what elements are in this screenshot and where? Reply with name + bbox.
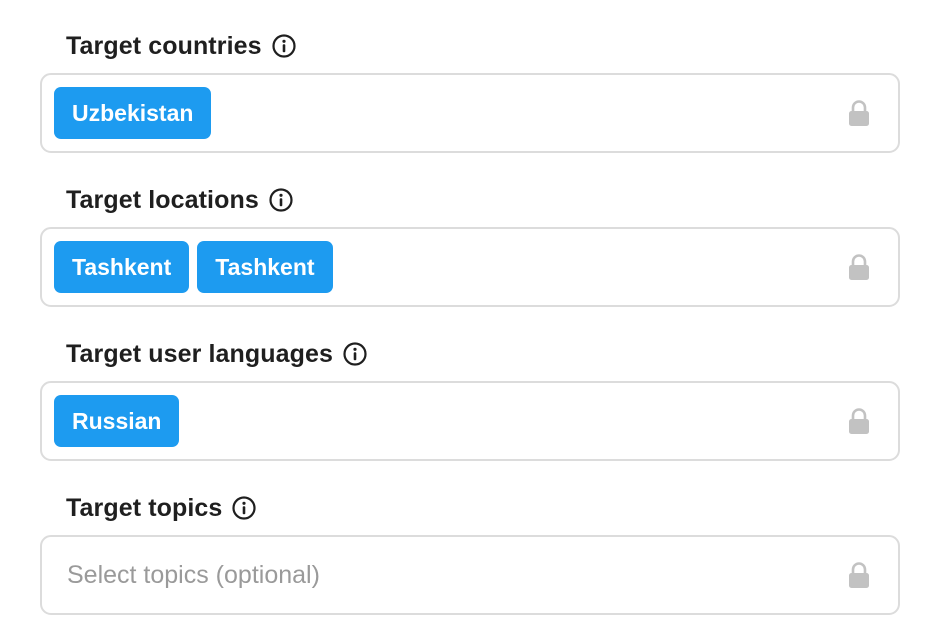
target-countries-label: Target countries [66,31,262,60]
target-countries-field[interactable]: Uzbekistan [40,73,900,153]
target-languages-label: Target user languages [66,339,333,368]
info-icon[interactable] [268,187,294,213]
target-topics-label-row: Target topics [66,490,257,526]
lock-icon [849,562,869,588]
location-chip-tashkent[interactable]: Tashkent [197,241,333,293]
target-locations-field[interactable]: Tashkent Tashkent [40,227,900,307]
lock-icon [849,254,869,280]
info-icon[interactable] [231,495,257,521]
info-icon[interactable] [342,341,368,367]
target-countries-label-row: Target countries [66,28,297,64]
location-chip-tashkent[interactable]: Tashkent [54,241,190,293]
lock-icon [849,100,869,126]
lock-icon [849,408,869,434]
country-chip-uzbekistan[interactable]: Uzbekistan [54,87,212,139]
info-icon[interactable] [271,33,297,59]
language-chip-russian[interactable]: Russian [54,395,180,447]
target-languages-label-row: Target user languages [66,336,368,372]
target-topics-label: Target topics [66,493,223,522]
target-locations-label-row: Target locations [66,182,294,218]
target-languages-field[interactable]: Russian [40,381,900,461]
target-topics-field[interactable]: Select topics (optional) [40,535,900,615]
topics-placeholder: Select topics (optional) [67,560,320,589]
target-locations-label: Target locations [66,185,259,214]
